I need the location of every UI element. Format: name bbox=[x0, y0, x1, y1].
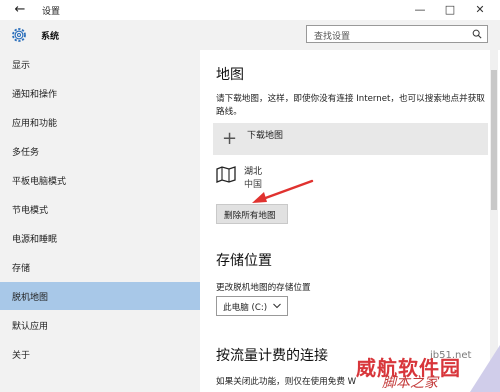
sidebar-item-notifications[interactable]: 通知和操作 bbox=[0, 79, 200, 107]
back-arrow-icon[interactable]: ← bbox=[12, 2, 28, 18]
gear-icon bbox=[12, 28, 26, 42]
metered-heading: 按流量计费的连接 bbox=[216, 348, 328, 364]
maximize-icon[interactable]: □ bbox=[436, 0, 464, 20]
sidebar: 显示 通知和操作 应用和功能 多任务 平板电脑模式 节电模式 电源和睡眠 存储 … bbox=[0, 50, 200, 392]
maps-heading: 地图 bbox=[216, 67, 244, 83]
map-icon bbox=[216, 166, 236, 183]
search-placeholder: 查找设置 bbox=[314, 32, 351, 42]
sidebar-item-label: 平板电脑模式 bbox=[12, 177, 67, 187]
sidebar-item-label: 应用和功能 bbox=[12, 119, 58, 129]
chevron-down-icon bbox=[273, 303, 281, 309]
storage-label: 更改脱机地图的存储位置 bbox=[216, 283, 311, 293]
sidebar-item-label: 通知和操作 bbox=[12, 90, 58, 100]
metered-text: 如果关闭此功能，则仅在使用免费 W bbox=[216, 377, 357, 387]
sidebar-item-multitasking[interactable]: 多任务 bbox=[0, 137, 200, 165]
sidebar-item-label: 多任务 bbox=[12, 148, 40, 158]
sidebar-item-label: 电源和睡眠 bbox=[12, 235, 58, 245]
sidebar-item-label: 脱机地图 bbox=[12, 293, 49, 303]
maps-description: 请下载地图，这样，即使你没有连接 Internet，也可以搜索地点并获取路线。 bbox=[216, 94, 485, 117]
sidebar-item-display[interactable]: 显示 bbox=[0, 50, 200, 78]
sidebar-item-label: 关于 bbox=[12, 351, 31, 361]
sidebar-item-label: 存储 bbox=[12, 264, 31, 274]
sidebar-item-about[interactable]: 关于 bbox=[0, 340, 200, 368]
sidebar-item-battery-saver[interactable]: 节电模式 bbox=[0, 195, 200, 223]
sidebar-item-apps[interactable]: 应用和功能 bbox=[0, 108, 200, 136]
map-region: 湖北 bbox=[244, 167, 263, 177]
sidebar-item-label: 显示 bbox=[12, 61, 31, 71]
watermark-text-2: 脚本之家 bbox=[382, 375, 438, 391]
download-maps-button[interactable]: + 下载地图 bbox=[213, 123, 488, 155]
sidebar-item-storage[interactable]: 存储 bbox=[0, 253, 200, 281]
minimize-icon[interactable]: — bbox=[406, 0, 434, 20]
close-icon[interactable]: ✕ bbox=[466, 0, 494, 20]
sidebar-item-tablet-mode[interactable]: 平板电脑模式 bbox=[0, 166, 200, 194]
storage-heading: 存储位置 bbox=[216, 253, 272, 269]
settings-window: ← 设置 — □ ✕ 系统 查找设置 显示 通知和操作 应用和功能 多任务 平板… bbox=[0, 0, 500, 392]
scrollbar-thumb[interactable] bbox=[491, 70, 497, 210]
plus-icon: + bbox=[222, 128, 238, 149]
delete-all-maps-label: 删除所有地图 bbox=[224, 211, 276, 221]
sidebar-item-label: 节电模式 bbox=[12, 206, 49, 216]
window-title: 设置 bbox=[42, 7, 61, 17]
sidebar-item-power-sleep[interactable]: 电源和睡眠 bbox=[0, 224, 200, 252]
search-icon[interactable] bbox=[472, 29, 482, 39]
storage-location-select[interactable]: 此电脑 (C:) bbox=[216, 296, 288, 316]
download-maps-label: 下载地图 bbox=[247, 131, 284, 141]
sidebar-item-offline-maps[interactable]: 脱机地图 bbox=[0, 282, 200, 310]
delete-all-maps-button[interactable]: 删除所有地图 bbox=[216, 204, 288, 224]
sidebar-item-label: 默认应用 bbox=[12, 322, 49, 332]
header: 系统 查找设置 bbox=[0, 20, 500, 50]
search-input[interactable]: 查找设置 bbox=[306, 25, 488, 43]
watermark-corner bbox=[470, 345, 500, 392]
page-title: 系统 bbox=[41, 32, 60, 42]
title-bar: ← 设置 — □ ✕ bbox=[0, 0, 500, 20]
storage-location-value: 此电脑 (C:) bbox=[223, 303, 268, 313]
scrollbar[interactable] bbox=[490, 50, 498, 392]
sidebar-item-default-apps[interactable]: 默认应用 bbox=[0, 311, 200, 339]
